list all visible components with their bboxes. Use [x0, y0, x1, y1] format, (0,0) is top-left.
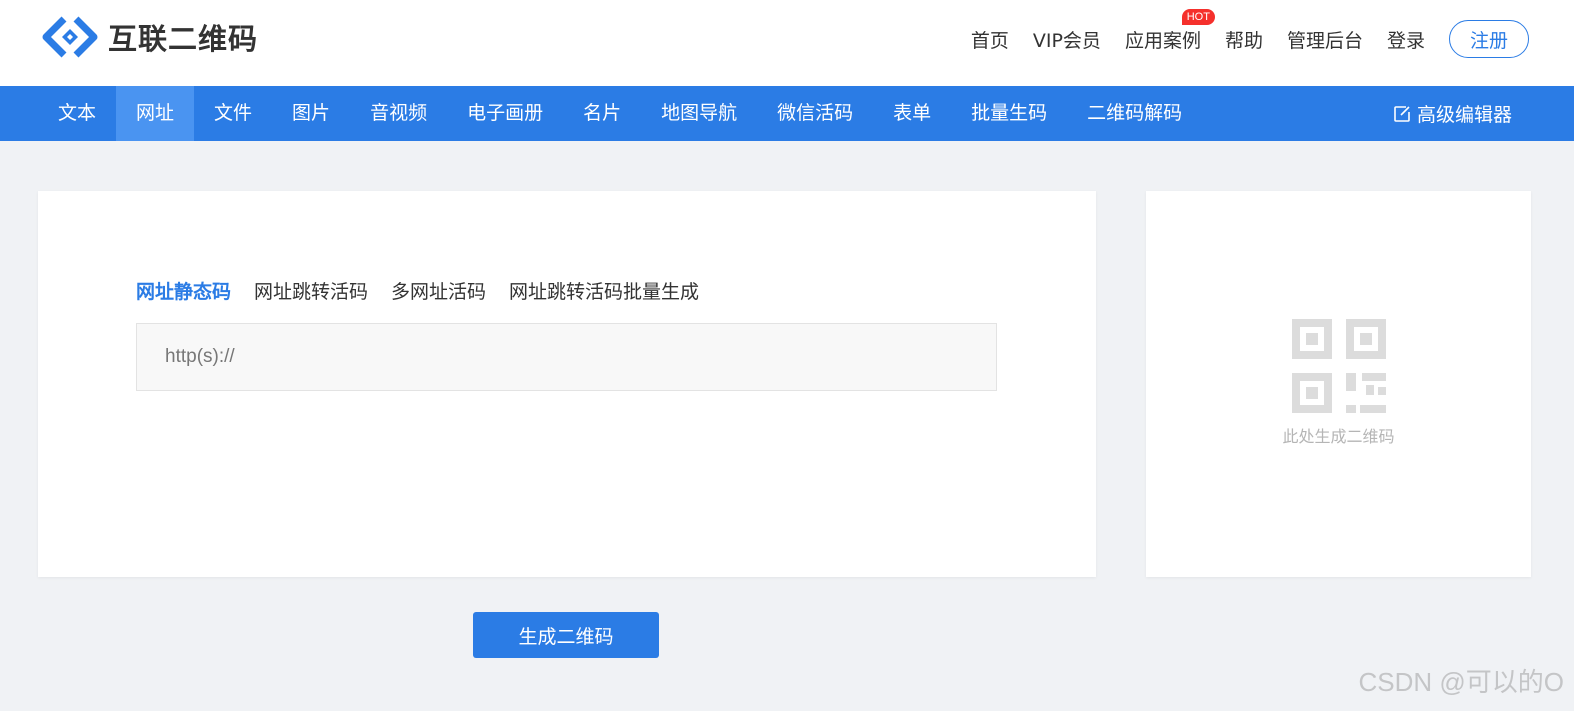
subtab-batch[interactable]: 网址跳转活码批量生成	[509, 277, 699, 304]
topnav-vip[interactable]: VIP会员	[1033, 26, 1101, 53]
subtab-multi-url[interactable]: 多网址活码	[391, 277, 486, 304]
main-nav-items: 文本 网址 文件 图片 音视频 电子画册 名片 地图导航 微信活码 表单 批量生…	[38, 86, 1202, 141]
qr-preview-card: 此处生成二维码	[1146, 191, 1531, 577]
nav-item-business-card[interactable]: 名片	[563, 86, 641, 141]
nav-item-ebook[interactable]: 电子画册	[447, 86, 563, 141]
nav-item-url[interactable]: 网址	[116, 86, 195, 141]
nav-item-batch[interactable]: 批量生码	[951, 86, 1067, 141]
topnav-login[interactable]: 登录	[1387, 26, 1425, 53]
logo-icon	[42, 16, 98, 58]
top-nav: 首页 VIP会员 应用案例 HOT 帮助 管理后台 登录 注册	[947, 8, 1529, 58]
advanced-editor-link[interactable]: 高级编辑器	[1393, 86, 1512, 141]
nav-item-file[interactable]: 文件	[194, 86, 272, 141]
qr-hint: 此处生成二维码	[1282, 427, 1395, 446]
nav-item-map[interactable]: 地图导航	[641, 86, 757, 141]
advanced-editor-label: 高级编辑器	[1416, 104, 1512, 126]
nav-item-form[interactable]: 表单	[873, 86, 951, 141]
topnav-home[interactable]: 首页	[971, 26, 1009, 53]
topnav-help[interactable]: 帮助	[1225, 26, 1263, 53]
topnav-admin[interactable]: 管理后台	[1287, 26, 1363, 53]
subtabs: 网址静态码 网址跳转活码 多网址活码 网址跳转活码批量生成	[136, 277, 722, 304]
url-input[interactable]	[136, 323, 997, 391]
generate-qr-button[interactable]: 生成二维码	[473, 612, 659, 658]
topnav-cases[interactable]: 应用案例 HOT	[1124, 8, 1215, 53]
top-header: 互联二维码 首页 VIP会员 应用案例 HOT 帮助 管理后台 登录 注册	[0, 0, 1574, 86]
main-nav: 文本 网址 文件 图片 音视频 电子画册 名片 地图导航 微信活码 表单 批量生…	[0, 86, 1574, 141]
nav-item-image[interactable]: 图片	[272, 86, 350, 141]
url-form-card: 网址静态码 网址跳转活码 多网址活码 网址跳转活码批量生成	[38, 191, 1096, 577]
hot-badge: HOT	[1181, 8, 1215, 25]
logo-text: 互联二维码	[108, 22, 259, 56]
nav-item-wechat[interactable]: 微信活码	[757, 86, 873, 141]
logo[interactable]: 互联二维码	[40, 14, 258, 60]
edit-icon	[1394, 105, 1410, 122]
subtab-static[interactable]: 网址静态码	[136, 277, 231, 304]
nav-item-text[interactable]: 文本	[38, 86, 116, 141]
register-button[interactable]: 注册	[1449, 20, 1529, 58]
topnav-cases-label: 应用案例	[1124, 29, 1201, 52]
nav-item-decode[interactable]: 二维码解码	[1067, 86, 1202, 141]
qr-code-icon	[1292, 319, 1386, 413]
watermark: CSDN @可以的O	[1358, 667, 1564, 697]
subtab-redirect-dynamic[interactable]: 网址跳转活码	[254, 277, 368, 304]
nav-item-audio-video[interactable]: 音视频	[350, 86, 447, 141]
